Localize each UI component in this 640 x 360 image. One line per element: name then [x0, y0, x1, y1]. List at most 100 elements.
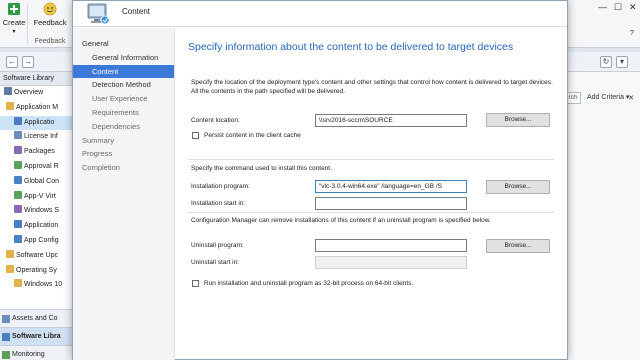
tree-node-icon: [6, 101, 14, 110]
content-location-browse-button[interactable]: Browse...: [486, 113, 550, 127]
workspace-icon: [2, 315, 10, 323]
workspace-item[interactable]: Software Libra: [0, 327, 75, 345]
refresh-icon[interactable]: ↻: [600, 56, 612, 68]
installation-start-in-label: Installation start in:: [191, 200, 246, 207]
tree-item-label: Application M: [16, 103, 59, 111]
section-divider: [188, 159, 554, 160]
tree-node-icon: [14, 160, 22, 169]
page-title: Specify information about the content to…: [188, 41, 514, 53]
tree-item[interactable]: App-V Virt: [0, 190, 75, 205]
ribbon-group-label: Feedback: [34, 38, 66, 45]
persist-content-checkbox[interactable]: [192, 132, 199, 139]
minimize-icon[interactable]: —: [598, 2, 607, 12]
tree-node-icon: [14, 146, 22, 155]
installation-start-in-field[interactable]: [315, 197, 467, 210]
tree-item-label: Windows 10: [24, 281, 63, 289]
tree-item[interactable]: Operating Sy: [0, 264, 75, 279]
persist-content-label: Persist content in the client cache: [204, 132, 301, 139]
tree-node-icon: [14, 190, 22, 199]
tree-item-label: App-V Virt: [24, 192, 56, 200]
create-button[interactable]: Create ▾: [2, 2, 26, 35]
tree-node-icon: [6, 264, 14, 273]
smiley-icon: [43, 2, 57, 16]
workspace-label: Monitoring: [12, 351, 45, 358]
tree-item[interactable]: Windows 10: [0, 278, 75, 293]
wizard-step-list: General General Information Content Detecti…: [73, 28, 175, 360]
tree-item[interactable]: Application M: [0, 101, 75, 116]
workspace-item[interactable]: Monitoring: [0, 345, 75, 360]
computer-icon: [87, 3, 110, 25]
tree-node-icon: [14, 234, 22, 243]
tree-item[interactable]: Application: [0, 219, 75, 234]
wizard-step: Summary: [82, 135, 115, 145]
tree-item-label: Packages: [24, 148, 55, 156]
tree-item[interactable]: Windows S: [0, 204, 75, 219]
close-icon[interactable]: ✕: [629, 2, 637, 13]
workspace-icon: [2, 333, 10, 341]
tree-item[interactable]: Software Upc: [0, 249, 75, 264]
wizard-step: General: [82, 39, 109, 48]
tree-item[interactable]: App Config: [0, 234, 75, 249]
close-icon[interactable]: ✕: [628, 94, 634, 102]
workspace-label: Software Libra: [12, 333, 61, 340]
installation-program-field[interactable]: "vlc-3.0.4-win64.exe" /language=en_GB /S: [315, 180, 467, 193]
tree-item[interactable]: License Inf: [0, 130, 75, 145]
wizard-step: Dependencies: [92, 121, 140, 131]
uninstall-program-label: Uninstall program:: [191, 242, 244, 249]
tree-node-icon: [14, 175, 22, 184]
navigation-tree: Overview Application M Applicatio License I…: [0, 86, 75, 293]
tree-item-label: Applicatio: [24, 118, 55, 126]
wizard-step: General Information: [92, 52, 159, 62]
run-32bit-label: Run installation and uninstall program a…: [204, 280, 414, 287]
add-criteria-label: Add Criteria: [587, 94, 624, 101]
tree-item[interactable]: Global Con: [0, 175, 75, 190]
wizard-step: Requirements: [92, 107, 139, 117]
tree-item-label: Global Con: [24, 177, 60, 185]
wizard-content: Specify information about the content to…: [176, 28, 567, 360]
help-icon[interactable]: ?: [630, 30, 634, 37]
content-location-label: Content location:: [191, 117, 240, 124]
tree-item[interactable]: Approval R: [0, 160, 75, 175]
uninstall-program-field[interactable]: [315, 239, 467, 252]
uninstall-note: Configuration Manager can remove install…: [191, 217, 491, 224]
tree-node-icon: [14, 279, 22, 288]
results-pane: rch Add Criteria ▾ ✕: [560, 72, 640, 360]
wizard-step: Progress: [82, 149, 113, 159]
uninstall-program-browse-button[interactable]: Browse...: [486, 239, 550, 253]
chevron-down-icon: ▾: [12, 29, 16, 35]
create-label: Create: [2, 18, 26, 27]
tree-item-label: App Config: [24, 236, 59, 244]
tree-item-label: Overview: [14, 89, 44, 96]
tree-node-icon: [14, 131, 22, 140]
tree-item-label: Application: [24, 222, 59, 230]
maximize-icon[interactable]: ☐: [614, 2, 622, 13]
content-location-field[interactable]: \\srv2016-sccm\SOURCE: [315, 114, 467, 127]
chevron-down-icon[interactable]: ▾: [616, 56, 628, 68]
tree-item[interactable]: Applicatio: [0, 115, 75, 131]
workspace-icon: [2, 351, 10, 359]
uninstall-start-in-field[interactable]: [315, 256, 467, 269]
forward-arrow-icon[interactable]: →: [22, 56, 34, 68]
feedback-label: Feedback: [33, 18, 67, 27]
installation-program-browse-button[interactable]: Browse...: [486, 180, 550, 194]
navigation-pane: Software Library Overview Application M Ap…: [0, 72, 76, 360]
feedback-button[interactable]: Feedback: [30, 2, 70, 27]
workspace-item[interactable]: Assets and Co: [0, 309, 75, 327]
tree-node-icon: [6, 249, 14, 258]
wizard-step: Content: [73, 64, 174, 79]
wizard-steps: General General Information Content Detecti…: [73, 28, 174, 175]
section-divider: [188, 212, 554, 213]
wizard-step: Completion: [82, 163, 120, 173]
tree-item[interactable]: Overview: [0, 86, 75, 101]
workspace-label: Assets and Co: [12, 315, 58, 322]
navigation-pane-header: Software Library: [0, 72, 75, 86]
tree-item[interactable]: Packages: [0, 145, 75, 160]
tree-item-label: Windows S: [24, 207, 60, 215]
uninstall-start-in-label: Uninstall start in:: [191, 259, 240, 266]
run-32bit-checkbox[interactable]: [192, 280, 199, 287]
wizard-step: User Experience: [92, 94, 148, 104]
back-arrow-icon[interactable]: ←: [6, 56, 18, 68]
tree-item-label: License Inf: [24, 133, 58, 141]
page-description: Specify the location of the deployment t…: [191, 79, 553, 95]
add-criteria-button[interactable]: Add Criteria ▾: [587, 93, 629, 101]
